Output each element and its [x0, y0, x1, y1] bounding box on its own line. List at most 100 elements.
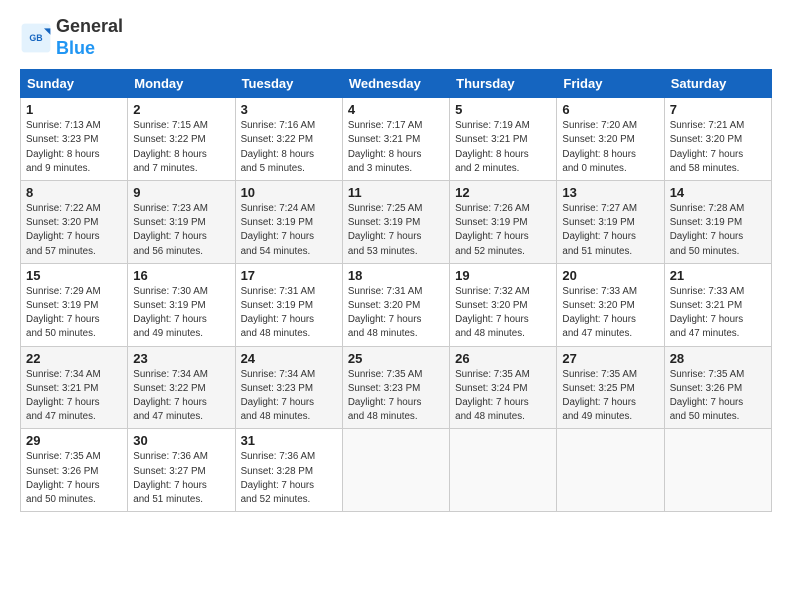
day-info: Sunrise: 7:32 AM Sunset: 3:20 PM Dayligh… — [455, 285, 551, 342]
day-number: 31 — [241, 433, 337, 448]
day-number: 19 — [455, 268, 551, 283]
day-cell: 3 Sunrise: 7:16 AM Sunset: 3:22 PM Daylig… — [235, 98, 342, 181]
day-info: Sunrise: 7:35 AM Sunset: 3:26 PM Dayligh… — [26, 450, 122, 507]
weekday-header-thursday: Thursday — [450, 70, 557, 98]
day-number: 1 — [26, 102, 122, 117]
day-number: 16 — [133, 268, 229, 283]
day-number: 8 — [26, 185, 122, 200]
weekday-header-friday: Friday — [557, 70, 664, 98]
weekday-header-monday: Monday — [128, 70, 235, 98]
weekday-header-wednesday: Wednesday — [342, 70, 449, 98]
day-cell: 20 Sunrise: 7:33 AM Sunset: 3:20 PM Dayli… — [557, 263, 664, 346]
day-info: Sunrise: 7:27 AM Sunset: 3:19 PM Dayligh… — [562, 202, 658, 259]
day-number: 4 — [348, 102, 444, 117]
day-cell: 9 Sunrise: 7:23 AM Sunset: 3:19 PM Daylig… — [128, 181, 235, 264]
day-cell: 15Sunrise: 7:29 AM Sunset: 3:19 PM Dayli… — [21, 263, 128, 346]
day-info: Sunrise: 7:34 AM Sunset: 3:23 PM Dayligh… — [241, 368, 337, 425]
day-number: 15 — [26, 268, 122, 283]
day-info: Sunrise: 7:31 AM Sunset: 3:20 PM Dayligh… — [348, 285, 444, 342]
day-cell: 22Sunrise: 7:34 AM Sunset: 3:21 PM Dayli… — [21, 346, 128, 429]
day-info: Sunrise: 7:35 AM Sunset: 3:23 PM Dayligh… — [348, 368, 444, 425]
day-number: 22 — [26, 351, 122, 366]
day-info: Sunrise: 7:25 AM Sunset: 3:19 PM Dayligh… — [348, 202, 444, 259]
day-info: Sunrise: 7:33 AM Sunset: 3:20 PM Dayligh… — [562, 285, 658, 342]
day-cell: 26Sunrise: 7:35 AM Sunset: 3:24 PM Dayli… — [450, 346, 557, 429]
day-number: 29 — [26, 433, 122, 448]
day-info: Sunrise: 7:35 AM Sunset: 3:25 PM Dayligh… — [562, 368, 658, 425]
day-number: 18 — [348, 268, 444, 283]
day-number: 20 — [562, 268, 658, 283]
day-cell: 7Sunrise: 7:21 AM Sunset: 3:20 PM Daylig… — [664, 98, 771, 181]
day-cell: 2 Sunrise: 7:15 AM Sunset: 3:22 PM Daylig… — [128, 98, 235, 181]
day-cell: 8Sunrise: 7:22 AM Sunset: 3:20 PM Daylig… — [21, 181, 128, 264]
day-info: Sunrise: 7:23 AM Sunset: 3:19 PM Dayligh… — [133, 202, 229, 259]
day-cell: 16 Sunrise: 7:30 AM Sunset: 3:19 PM Dayli… — [128, 263, 235, 346]
week-row-5: 29 Sunrise: 7:35 AM Sunset: 3:26 PM Dayli… — [21, 429, 772, 512]
weekday-header-saturday: Saturday — [664, 70, 771, 98]
week-row-1: 1Sunrise: 7:13 AM Sunset: 3:23 PM Daylig… — [21, 98, 772, 181]
week-row-3: 15Sunrise: 7:29 AM Sunset: 3:19 PM Dayli… — [21, 263, 772, 346]
logo-text: General Blue — [56, 16, 123, 59]
week-row-2: 8Sunrise: 7:22 AM Sunset: 3:20 PM Daylig… — [21, 181, 772, 264]
day-number: 2 — [133, 102, 229, 117]
weekday-header-row: SundayMondayTuesdayWednesdayThursdayFrid… — [21, 70, 772, 98]
day-cell — [450, 429, 557, 512]
day-number: 25 — [348, 351, 444, 366]
day-number: 21 — [670, 268, 766, 283]
day-cell: 31 Sunrise: 7:36 AM Sunset: 3:28 PM Dayli… — [235, 429, 342, 512]
calendar-table: SundayMondayTuesdayWednesdayThursdayFrid… — [20, 69, 772, 512]
weekday-header-sunday: Sunday — [21, 70, 128, 98]
day-cell: 11 Sunrise: 7:25 AM Sunset: 3:19 PM Dayli… — [342, 181, 449, 264]
day-number: 6 — [562, 102, 658, 117]
day-info: Sunrise: 7:30 AM Sunset: 3:19 PM Dayligh… — [133, 285, 229, 342]
day-info: Sunrise: 7:20 AM Sunset: 3:20 PM Dayligh… — [562, 119, 658, 176]
day-number: 28 — [670, 351, 766, 366]
day-number: 7 — [670, 102, 766, 117]
week-row-4: 22Sunrise: 7:34 AM Sunset: 3:21 PM Dayli… — [21, 346, 772, 429]
day-info: Sunrise: 7:36 AM Sunset: 3:27 PM Dayligh… — [133, 450, 229, 507]
svg-text:GB: GB — [29, 33, 42, 43]
day-info: Sunrise: 7:35 AM Sunset: 3:26 PM Dayligh… — [670, 368, 766, 425]
day-cell — [664, 429, 771, 512]
day-number: 23 — [133, 351, 229, 366]
header: GB General Blue — [20, 16, 772, 59]
day-info: Sunrise: 7:36 AM Sunset: 3:28 PM Dayligh… — [241, 450, 337, 507]
day-info: Sunrise: 7:16 AM Sunset: 3:22 PM Dayligh… — [241, 119, 337, 176]
day-cell: 10Sunrise: 7:24 AM Sunset: 3:19 PM Dayli… — [235, 181, 342, 264]
logo-icon: GB — [20, 22, 52, 54]
day-number: 26 — [455, 351, 551, 366]
day-cell — [342, 429, 449, 512]
day-cell: 29 Sunrise: 7:35 AM Sunset: 3:26 PM Dayli… — [21, 429, 128, 512]
day-number: 12 — [455, 185, 551, 200]
day-number: 27 — [562, 351, 658, 366]
day-cell — [557, 429, 664, 512]
day-cell: 14Sunrise: 7:28 AM Sunset: 3:19 PM Dayli… — [664, 181, 771, 264]
day-cell: 21 Sunrise: 7:33 AM Sunset: 3:21 PM Dayli… — [664, 263, 771, 346]
day-number: 30 — [133, 433, 229, 448]
day-cell: 18 Sunrise: 7:31 AM Sunset: 3:20 PM Dayli… — [342, 263, 449, 346]
day-info: Sunrise: 7:26 AM Sunset: 3:19 PM Dayligh… — [455, 202, 551, 259]
day-info: Sunrise: 7:17 AM Sunset: 3:21 PM Dayligh… — [348, 119, 444, 176]
day-number: 9 — [133, 185, 229, 200]
day-cell: 27 Sunrise: 7:35 AM Sunset: 3:25 PM Dayli… — [557, 346, 664, 429]
day-info: Sunrise: 7:33 AM Sunset: 3:21 PM Dayligh… — [670, 285, 766, 342]
day-info: Sunrise: 7:34 AM Sunset: 3:22 PM Dayligh… — [133, 368, 229, 425]
day-info: Sunrise: 7:24 AM Sunset: 3:19 PM Dayligh… — [241, 202, 337, 259]
day-cell: 5 Sunrise: 7:19 AM Sunset: 3:21 PM Daylig… — [450, 98, 557, 181]
day-info: Sunrise: 7:19 AM Sunset: 3:21 PM Dayligh… — [455, 119, 551, 176]
day-cell: 19 Sunrise: 7:32 AM Sunset: 3:20 PM Dayli… — [450, 263, 557, 346]
calendar-page: GB General Blue SundayMondayTuesdayWedne… — [0, 0, 792, 522]
day-number: 5 — [455, 102, 551, 117]
logo: GB General Blue — [20, 16, 123, 59]
day-cell: 12 Sunrise: 7:26 AM Sunset: 3:19 PM Dayli… — [450, 181, 557, 264]
day-info: Sunrise: 7:15 AM Sunset: 3:22 PM Dayligh… — [133, 119, 229, 176]
day-cell: 23 Sunrise: 7:34 AM Sunset: 3:22 PM Dayli… — [128, 346, 235, 429]
day-number: 17 — [241, 268, 337, 283]
day-number: 3 — [241, 102, 337, 117]
day-cell: 28 Sunrise: 7:35 AM Sunset: 3:26 PM Dayli… — [664, 346, 771, 429]
day-info: Sunrise: 7:31 AM Sunset: 3:19 PM Dayligh… — [241, 285, 337, 342]
day-cell: 17 Sunrise: 7:31 AM Sunset: 3:19 PM Dayli… — [235, 263, 342, 346]
day-cell: 6 Sunrise: 7:20 AM Sunset: 3:20 PM Daylig… — [557, 98, 664, 181]
weekday-header-tuesday: Tuesday — [235, 70, 342, 98]
day-number: 11 — [348, 185, 444, 200]
